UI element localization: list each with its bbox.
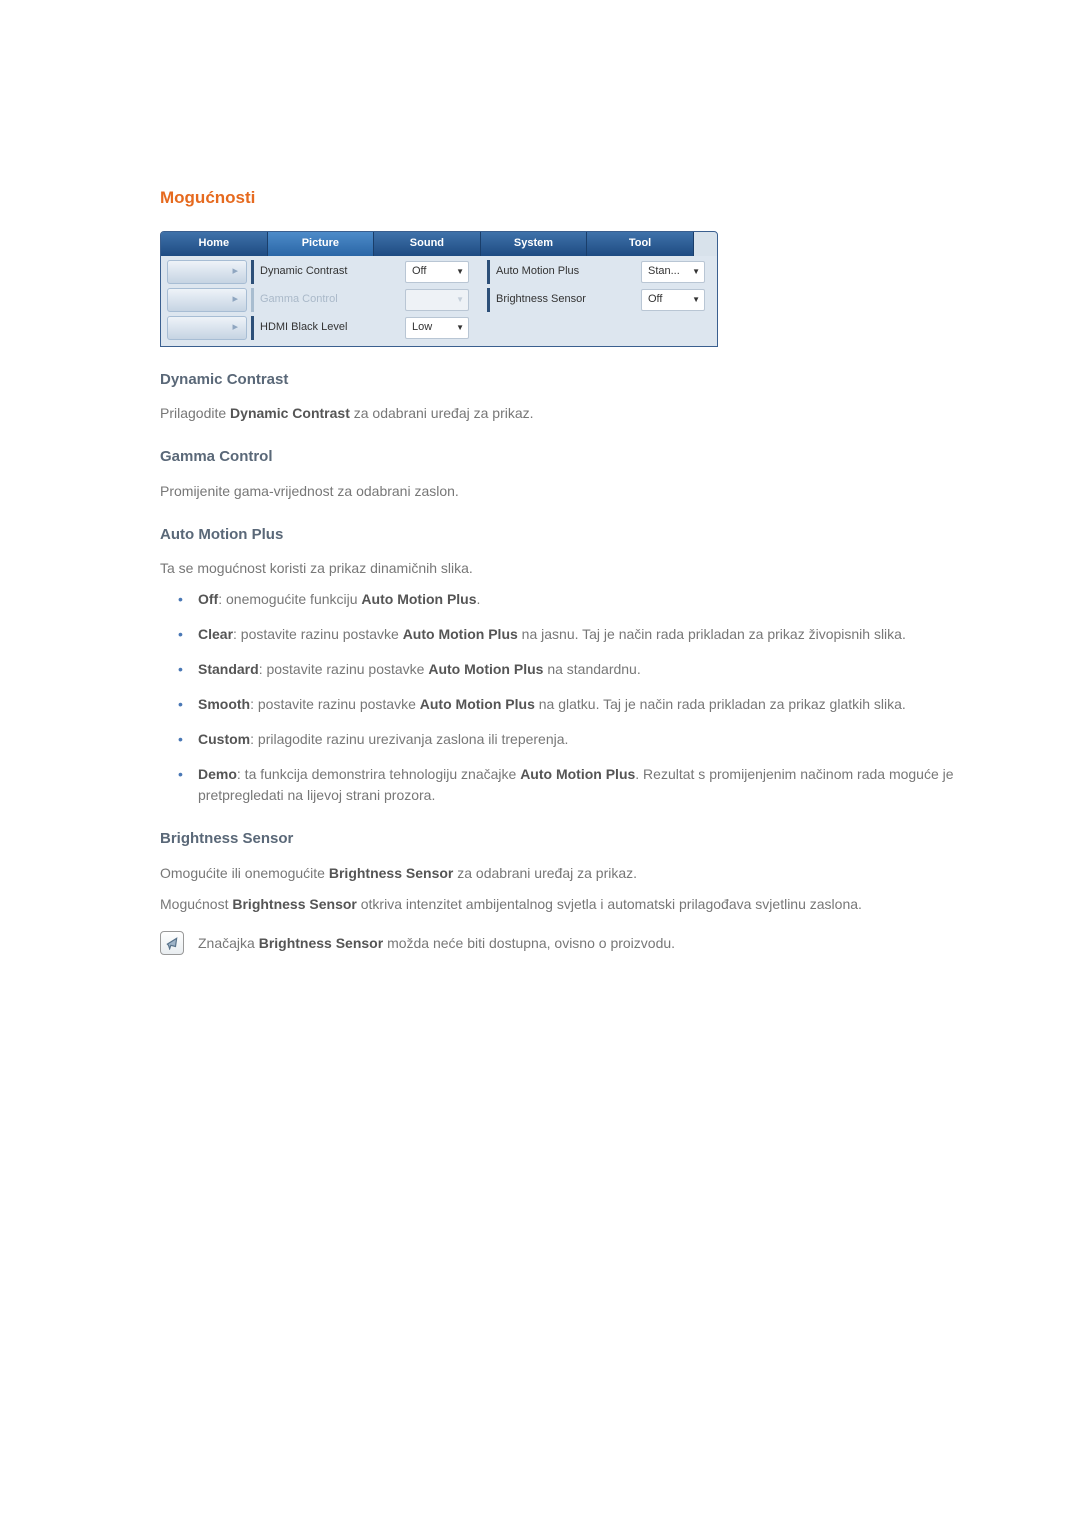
tab-tool[interactable]: Tool [587,232,694,256]
dynamic-contrast-dropdown[interactable]: Off ▼ [405,261,469,283]
list-item: Standard: postavite razinu postavke Auto… [178,659,970,680]
row-expand[interactable]: ▸ [167,288,247,312]
setting-label: Dynamic Contrast [251,260,401,284]
note-icon [160,931,184,955]
section-text: Ta se mogućnost koristi za prikaz dinami… [160,558,970,579]
setting-label: Gamma Control [251,288,401,312]
section-heading: Gamma Control [160,446,970,469]
section-text: Promijenite gama-vrijednost za odabrani … [160,481,970,502]
chevron-down-icon: ▼ [456,294,464,306]
list-item: Off: onemogućite funkciju Auto Motion Pl… [178,589,970,610]
dropdown-value: Off [648,291,662,308]
section-heading: Dynamic Contrast [160,369,970,392]
gamma-control-dropdown: ▼ [405,289,469,311]
section-text: Omogućite ili onemogućite Brightness Sen… [160,863,970,884]
hdmi-black-level-dropdown[interactable]: Low ▼ [405,317,469,339]
chevron-down-icon: ▼ [456,266,464,278]
tab-sound[interactable]: Sound [374,232,481,256]
tab-home[interactable]: Home [161,232,268,256]
note: Značajka Brightness Sensor možda neće bi… [160,931,970,955]
setting-label: Brightness Sensor [487,288,637,312]
page-title: Mogućnosti [160,185,970,211]
tab-picture[interactable]: Picture [268,232,375,256]
chevron-down-icon: ▼ [456,322,464,334]
amp-option-list: Off: onemogućite funkciju Auto Motion Pl… [160,589,970,806]
dropdown-value: Low [412,319,432,336]
section-text: Mogućnost Brightness Sensor otkriva inte… [160,894,970,915]
setting-label: HDMI Black Level [251,316,401,340]
settings-rows: ▸ Dynamic Contrast Off ▼ Auto Motion Plu… [161,256,717,346]
tab-bar: Home Picture Sound System Tool [161,232,717,256]
list-item: Smooth: postavite razinu postavke Auto M… [178,694,970,715]
tab-system[interactable]: System [481,232,588,256]
settings-row: ▸ Gamma Control ▼ Brightness Sensor Off … [167,288,711,312]
list-item: Custom: prilagodite razinu urezivanja za… [178,729,970,750]
section-text: Prilagodite Dynamic Contrast za odabrani… [160,403,970,424]
list-item: Demo: ta funkcija demonstrira tehnologij… [178,764,970,806]
settings-panel: Home Picture Sound System Tool ▸ Dynamic… [160,231,718,347]
row-expand[interactable]: ▸ [167,260,247,284]
brightness-sensor-dropdown[interactable]: Off ▼ [641,289,705,311]
section-heading: Auto Motion Plus [160,524,970,547]
section-heading: Brightness Sensor [160,828,970,851]
dropdown-value: Off [412,263,426,280]
settings-row: ▸ HDMI Black Level Low ▼ [167,316,711,340]
chevron-down-icon: ▼ [692,294,700,306]
chevron-down-icon: ▼ [692,266,700,278]
setting-label: Auto Motion Plus [487,260,637,284]
row-expand[interactable]: ▸ [167,316,247,340]
auto-motion-plus-dropdown[interactable]: Stan... ▼ [641,261,705,283]
tab-filler [694,232,717,256]
settings-row: ▸ Dynamic Contrast Off ▼ Auto Motion Plu… [167,260,711,284]
note-text: Značajka Brightness Sensor možda neće bi… [198,933,675,954]
list-item: Clear: postavite razinu postavke Auto Mo… [178,624,970,645]
dropdown-value: Stan... [648,263,680,280]
